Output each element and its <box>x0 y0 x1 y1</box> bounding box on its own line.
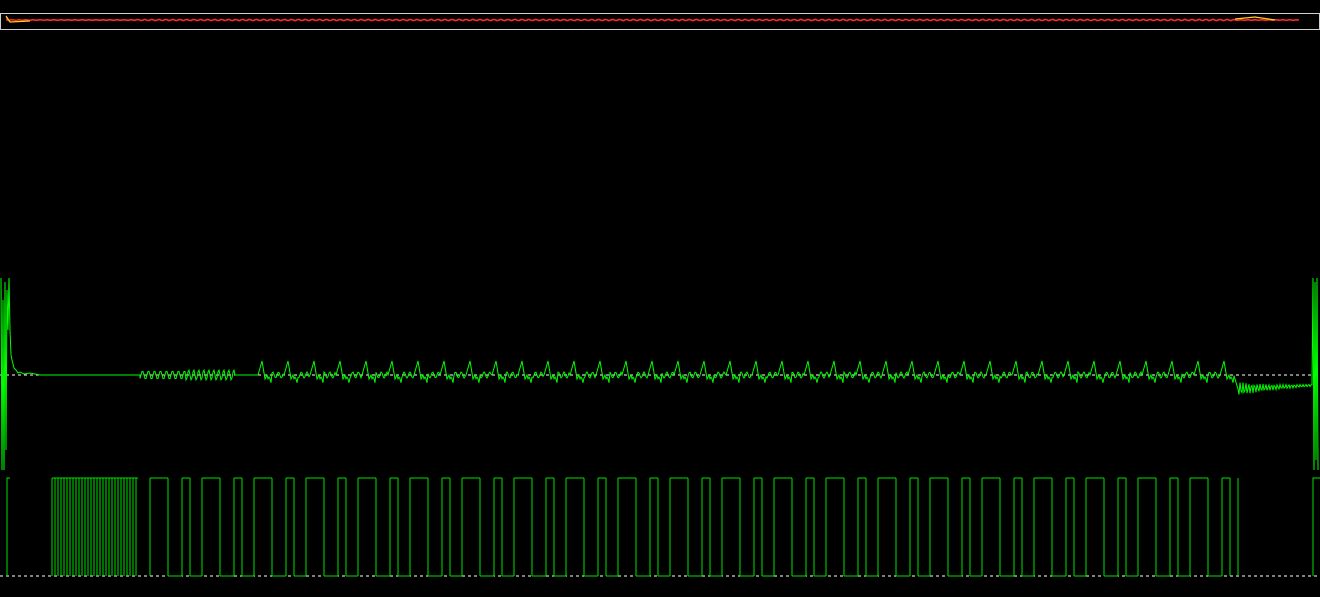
analog-waveform-trace <box>0 277 1319 471</box>
trace-canvas[interactable] <box>0 0 1320 597</box>
digital-pulse-trace <box>6 477 1320 577</box>
